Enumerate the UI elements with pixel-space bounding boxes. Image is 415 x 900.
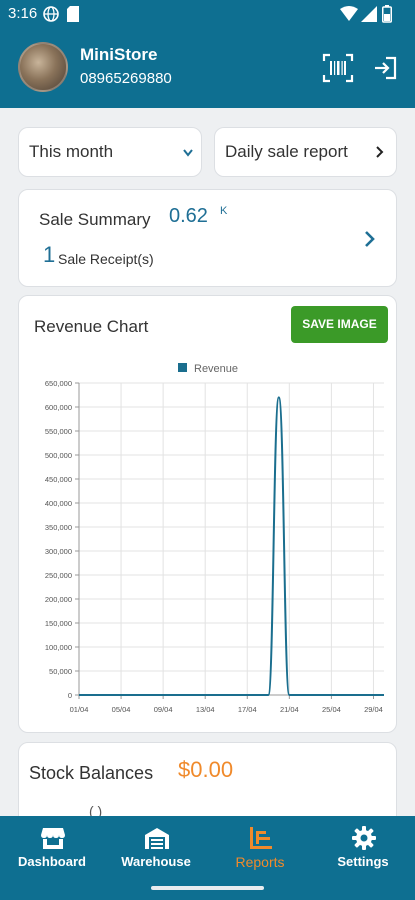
y-tick-label: 650,000 [45,379,72,388]
bottom-nav: Dashboard Warehouse Reports Settings [0,816,415,900]
y-tick-label: 550,000 [45,427,72,436]
sale-summary-value: 0.62 [169,205,208,227]
nav-dashboard[interactable]: Dashboard [0,816,104,886]
wifi-icon [340,6,358,21]
x-tick-label: 01/04 [70,705,89,714]
receipt-count: 1 [43,242,56,267]
y-tick-label: 450,000 [45,475,72,484]
x-tick-label: 29/04 [364,705,383,714]
sd-card-icon [67,6,79,22]
chart-title: Revenue Chart [34,317,149,336]
reports-icon [250,827,272,849]
period-dropdown[interactable]: This month [18,127,202,177]
chevron-right-icon [376,146,384,158]
y-tick-label: 350,000 [45,523,72,532]
stock-balances-card[interactable]: Stock Balances $0.00 ( ) [18,742,397,816]
x-tick-label: 13/04 [196,705,215,714]
avatar[interactable] [18,42,68,92]
store-icon [41,828,65,849]
revenue-chart-card: Revenue Chart SAVE IMAGE Revenue 0 50,000 1… [18,295,397,733]
y-tick-label: 500,000 [45,451,72,460]
status-time: 3:16 [8,5,38,22]
signal-icon [361,6,377,22]
receipt-label: Sale Receipt(s) [58,251,154,267]
y-tick-label: 200,000 [45,595,72,604]
store-phone: 08965269880 [80,70,172,87]
period-label: This month [29,142,114,161]
stock-peek-text: ( ) [89,803,103,816]
report-content[interactable]: This month Daily sale report Sale Summar… [0,108,415,816]
logout-icon[interactable] [372,55,398,81]
chevron-down-icon [183,149,193,157]
report-type-label: Daily sale report [225,142,348,161]
nav-label: Dashboard [18,854,86,869]
y-tick-label: 400,000 [45,499,72,508]
stock-value: $0.00 [178,757,234,782]
barcode-scan-icon[interactable] [322,52,354,84]
nav-label: Warehouse [121,854,191,869]
save-image-button[interactable]: SAVE IMAGE [291,306,388,343]
x-tick-label: 25/04 [322,705,341,714]
legend-label: Revenue [194,363,238,375]
globe-icon [43,6,59,22]
sale-summary-card[interactable]: Sale Summary 0.62 K 1 Sale Receipt(s) [18,189,397,287]
nav-label: Reports [235,854,285,870]
y-tick-label: 150,000 [45,619,72,628]
revenue-chart: Revenue 0 50,000 100,000 150,000 200,000 250,0… [45,363,384,714]
x-tick-label: 21/04 [280,705,299,714]
y-tick-label: 50,000 [49,667,72,676]
x-tick-label: 17/04 [238,705,257,714]
store-name: MiniStore [80,45,158,64]
legend-swatch [178,363,187,372]
app-header: MiniStore 08965269880 [0,28,415,108]
chevron-right-icon [365,231,375,247]
revenue-series-line [78,396,384,696]
sale-summary-title: Sale Summary [39,210,151,229]
nav-warehouse[interactable]: Warehouse [104,816,208,886]
status-bar: 3:16 [0,0,415,28]
y-tick-label: 600,000 [45,403,72,412]
nav-label: Settings [337,854,389,869]
nav-reports[interactable]: Reports [208,816,312,886]
nav-settings[interactable]: Settings [311,816,415,886]
gear-icon [352,826,376,850]
y-tick-label: 100,000 [45,643,72,652]
y-tick-label: 300,000 [45,547,72,556]
warehouse-icon [145,828,169,849]
y-tick-label: 250,000 [45,571,72,580]
x-tick-label: 09/04 [154,705,173,714]
home-indicator [151,886,264,890]
sale-summary-unit: K [220,205,228,217]
y-tick-label: 0 [68,691,72,700]
report-type-selector[interactable]: Daily sale report [214,127,397,177]
stock-title: Stock Balances [29,763,154,783]
x-tick-label: 05/04 [112,705,131,714]
battery-icon [382,5,392,23]
